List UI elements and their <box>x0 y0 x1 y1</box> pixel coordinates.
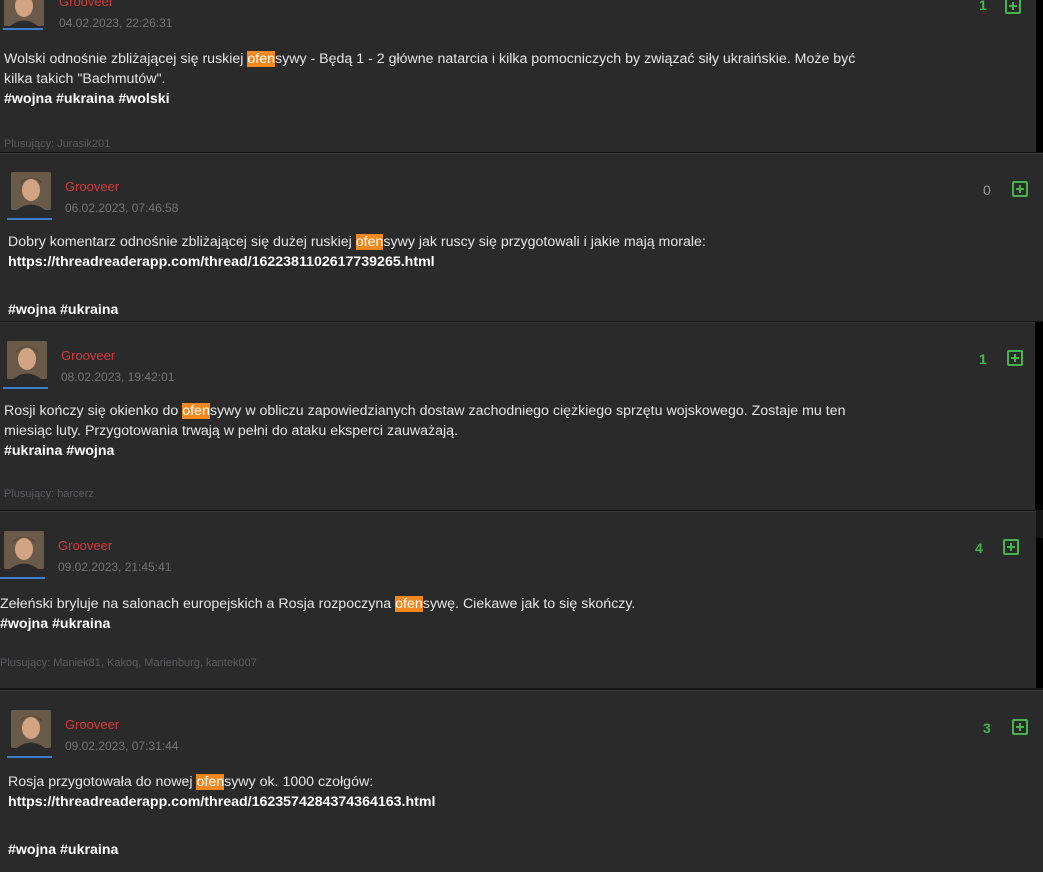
post-text: sywę. Ciekawe jak to się skończy. <box>422 596 636 612</box>
post-text: kilka takich "Bachmutów". <box>4 71 166 87</box>
post-link[interactable]: https://threadreaderapp.com/thread/16235… <box>8 792 435 812</box>
search-highlight: ofen <box>182 403 210 419</box>
post-text: sywy jak ruscy się przygotowali i jakie … <box>383 234 706 250</box>
avatar-image <box>11 710 51 748</box>
post-text: sywy w obliczu zapowiedzianych dostaw za… <box>209 403 846 419</box>
post-body: Rosji kończy się okienko do ofensywy w o… <box>4 401 845 461</box>
avatar[interactable] <box>11 172 51 210</box>
avatar[interactable] <box>7 341 47 379</box>
post-text: miesiąc luty. Przygotowania trwają w peł… <box>4 423 458 439</box>
avatar-image <box>4 0 44 26</box>
post-text: Rosja przygotowała do nowej <box>8 774 197 790</box>
post-body: Dobry komentarz odnośnie zbliżającej się… <box>8 232 706 320</box>
avatar[interactable] <box>4 0 44 26</box>
avatar-image <box>7 341 47 379</box>
author-name[interactable]: Grooveer <box>61 348 115 363</box>
search-highlight: ofen <box>355 234 384 250</box>
search-highlight: ofen <box>247 51 276 67</box>
post-date: 04.02.2023, 22:26:31 <box>59 16 173 30</box>
author-name[interactable]: Grooveer <box>65 179 119 194</box>
avatar[interactable] <box>11 710 51 748</box>
author-name[interactable]: Grooveer <box>59 0 113 9</box>
vote-count: 4 <box>975 540 983 556</box>
post-text: Dobry komentarz odnośnie zbliżającej się… <box>8 234 356 250</box>
plus-icon[interactable] <box>1012 181 1028 197</box>
hashtags[interactable]: #wojna #ukraina #wolski <box>4 89 855 109</box>
avatar[interactable] <box>4 531 44 569</box>
post: Grooveer 09.02.2023, 21:45:41 4 Zełeński… <box>0 511 1036 688</box>
post-date: 09.02.2023, 07:31:44 <box>65 739 179 753</box>
post-text: Zełeński bryluje na salonach europejskic… <box>0 596 396 612</box>
vote-count: 1 <box>979 0 987 13</box>
post: Grooveer 04.02.2023, 22:26:31 1 Wolski o… <box>0 0 1036 152</box>
post-date: 09.02.2023, 21:45:41 <box>58 560 172 574</box>
hashtags[interactable]: #wojna #ukraina <box>8 840 435 860</box>
plus-icon[interactable] <box>1007 350 1023 366</box>
voters-list: Plusujący: Jurasik201 <box>4 138 111 150</box>
plus-icon[interactable] <box>1003 539 1019 555</box>
voters-list: Plusujący: Maniek81, Kakoq, Marienburg, … <box>0 657 257 669</box>
vote-count: 1 <box>979 351 987 367</box>
post-link[interactable]: https://threadreaderapp.com/thread/16223… <box>8 252 706 272</box>
author-name[interactable]: Grooveer <box>65 717 119 732</box>
vote-count: 0 <box>983 182 991 198</box>
hashtags[interactable]: #wojna #ukraina <box>8 300 706 320</box>
post-body: Rosja przygotowała do nowej ofensywy ok.… <box>8 772 435 860</box>
post: Grooveer 09.02.2023, 07:31:44 3 Rosja pr… <box>0 690 1043 872</box>
plus-icon[interactable] <box>1012 719 1028 735</box>
post-body: Wolski odnośnie zbliżającej się ruskiej … <box>4 49 855 109</box>
plus-icon[interactable] <box>1005 0 1021 14</box>
author-name[interactable]: Grooveer <box>58 538 112 553</box>
post: Grooveer 06.02.2023, 07:46:58 0 Dobry ko… <box>0 153 1043 321</box>
post-date: 06.02.2023, 07:46:58 <box>65 201 179 215</box>
voters-list: Plusujący: harcerz <box>4 488 94 500</box>
hashtags[interactable]: #wojna #ukraina <box>0 614 635 634</box>
post-text: sywy - Będą 1 - 2 główne natarcia i kilk… <box>275 51 856 67</box>
post-text: sywy ok. 1000 czołgów: <box>224 774 374 790</box>
avatar-image <box>4 531 44 569</box>
search-highlight: ofen <box>196 774 225 790</box>
hashtags[interactable]: #ukraina #wojna <box>4 441 845 461</box>
post-text: Wolski odnośnie zbliżającej się ruskiej <box>4 51 248 67</box>
post: Grooveer 08.02.2023, 19:42:01 1 Rosji ko… <box>0 322 1035 510</box>
post-date: 08.02.2023, 19:42:01 <box>61 370 175 384</box>
post-body: Zełeński bryluje na salonach europejskic… <box>0 594 635 634</box>
vote-count: 3 <box>983 720 991 736</box>
post-text: Rosji kończy się okienko do <box>4 403 183 419</box>
search-highlight: ofen <box>395 596 423 612</box>
avatar-image <box>11 172 51 210</box>
